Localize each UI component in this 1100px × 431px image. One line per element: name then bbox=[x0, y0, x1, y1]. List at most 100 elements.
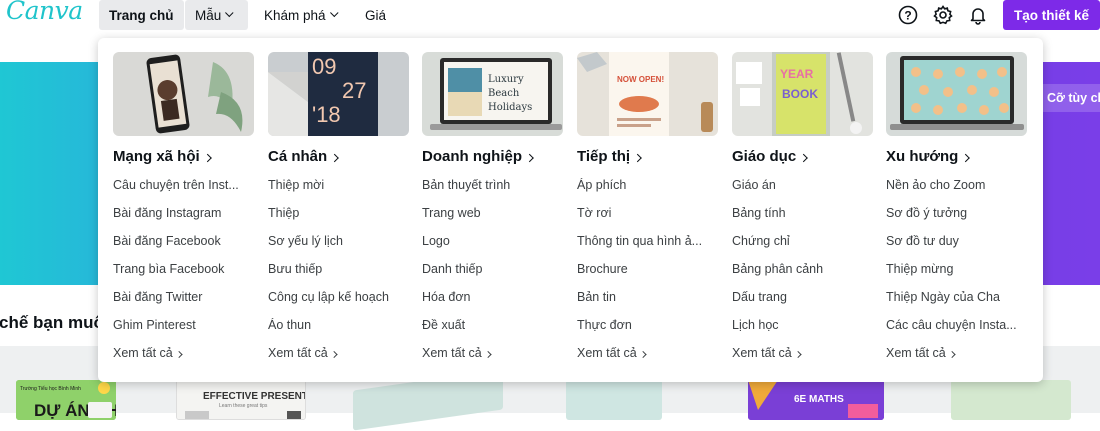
see-all-link[interactable]: Xem tất cả bbox=[113, 346, 183, 360]
chevron-down-icon bbox=[329, 8, 339, 18]
chevron-right-icon bbox=[330, 153, 340, 163]
nav-home[interactable]: Trang chủ bbox=[99, 0, 184, 30]
menu-item[interactable]: Brochure bbox=[577, 262, 713, 276]
menu-item[interactable]: Bài đăng Facebook bbox=[113, 234, 249, 248]
chevron-right-icon bbox=[525, 153, 534, 163]
menu-item[interactable]: Thông tin qua hình ả... bbox=[577, 234, 713, 248]
menu-item[interactable]: Nền ảo cho Zoom bbox=[886, 178, 1022, 192]
menu-column-title[interactable]: Doanh nghiệp bbox=[422, 148, 534, 165]
svg-text:BOOK: BOOK bbox=[782, 87, 818, 101]
gear-icon[interactable] bbox=[931, 3, 955, 27]
menu-column-title[interactable]: Tiếp thị bbox=[577, 148, 642, 165]
menu-item[interactable]: Bưu thiếp bbox=[268, 262, 404, 276]
menu-column-title[interactable]: Xu hướng bbox=[886, 148, 971, 165]
menu-item[interactable]: Logo bbox=[422, 234, 558, 248]
marketing-thumbnail[interactable]: NOW OPEN! bbox=[577, 52, 718, 136]
svg-text:?: ? bbox=[904, 9, 911, 23]
menu-column-title[interactable]: Mạng xã hội bbox=[113, 148, 212, 165]
svg-text:Learn these great tips: Learn these great tips bbox=[219, 403, 268, 409]
menu-item[interactable]: Hóa đơn bbox=[422, 290, 558, 304]
menu-item[interactable]: Các câu chuyện Insta... bbox=[886, 318, 1022, 332]
menu-item[interactable]: Bảng tính bbox=[732, 206, 868, 220]
menu-item[interactable]: Dấu trang bbox=[732, 290, 868, 304]
menu-item[interactable]: Bài đăng Instagram bbox=[113, 206, 249, 220]
menu-item[interactable]: Sơ đồ tư duy bbox=[886, 234, 1022, 248]
chevron-right-icon bbox=[794, 350, 802, 359]
chevron-right-icon bbox=[961, 153, 971, 163]
nav-home-label: Trang chủ bbox=[109, 7, 174, 23]
chevron-right-icon bbox=[639, 350, 647, 359]
menu-item[interactable]: Áp phích bbox=[577, 178, 713, 192]
template-thumbnail[interactable] bbox=[566, 380, 662, 420]
svg-text:'18: '18 bbox=[312, 102, 341, 127]
chevron-right-icon bbox=[330, 350, 338, 359]
svg-text:Beach: Beach bbox=[488, 88, 520, 99]
chevron-right-icon bbox=[799, 153, 809, 163]
menu-column-title[interactable]: Giáo dục bbox=[732, 148, 809, 165]
menu-column-title[interactable]: Cá nhân bbox=[268, 148, 340, 165]
menu-item[interactable]: Bản tin bbox=[577, 290, 713, 304]
menu-item[interactable]: Trang bìa Facebook bbox=[113, 262, 249, 276]
menu-item[interactable]: Lịch học bbox=[732, 318, 868, 332]
svg-text:27: 27 bbox=[342, 78, 366, 103]
menu-item[interactable]: Bài đăng Twitter bbox=[113, 290, 249, 304]
menu-item[interactable]: Giáo án bbox=[732, 178, 868, 192]
svg-text:Trường Tiểu học Bình Minh: Trường Tiểu học Bình Minh bbox=[20, 385, 81, 392]
menu-item[interactable]: Thiệp mừng bbox=[886, 262, 1022, 276]
menu-item[interactable]: Ghim Pinterest bbox=[113, 318, 249, 332]
template-thumbnail[interactable]: Trường Tiểu học Bình Minh DỰ ÁN NHÓM bbox=[16, 380, 116, 420]
menu-item[interactable]: Thực đơn bbox=[577, 318, 713, 332]
nav-templates-label: Mẫu bbox=[195, 7, 222, 23]
chevron-right-icon bbox=[484, 350, 492, 359]
menu-item[interactable]: Sơ yếu lý lịch bbox=[268, 234, 404, 248]
top-navigation: Canva Trang chủ Mẫu Khám phá Giá ? Tạo t… bbox=[0, 0, 1100, 30]
thumb-label-maths: 6E MATHS bbox=[794, 394, 844, 405]
chevron-right-icon bbox=[203, 153, 212, 163]
svg-text:Holidays: Holidays bbox=[488, 102, 532, 113]
menu-item[interactable]: Tờ rơi bbox=[577, 206, 713, 220]
templates-dropdown-panel: Mạng xã hội Câu chuyện trên Inst... Bài … bbox=[98, 38, 1043, 382]
svg-text:09: 09 bbox=[312, 54, 336, 79]
template-thumbnail[interactable]: EFFECTIVE PRESENTING Learn these great t… bbox=[176, 380, 306, 420]
menu-item[interactable]: Chứng chỉ bbox=[732, 234, 868, 248]
nav-discover-label: Khám phá bbox=[264, 7, 326, 23]
menu-item[interactable]: Sơ đồ ý tưởng bbox=[886, 206, 1022, 220]
menu-item[interactable]: Thiệp bbox=[268, 206, 404, 220]
social-media-thumbnail[interactable] bbox=[113, 52, 254, 136]
create-design-button[interactable]: Tạo thiết kế bbox=[1003, 0, 1100, 30]
menu-item[interactable]: Đề xuất bbox=[422, 318, 558, 332]
nav-pricing-label: Giá bbox=[365, 7, 387, 23]
see-all-link[interactable]: Xem tất cả bbox=[577, 346, 647, 360]
nav-discover[interactable]: Khám phá bbox=[254, 0, 348, 30]
template-thumbnail[interactable] bbox=[951, 380, 1071, 420]
see-all-link[interactable]: Xem tất cả bbox=[268, 346, 338, 360]
canva-logo[interactable]: Canva bbox=[6, 0, 83, 25]
see-all-link[interactable]: Xem tất cả bbox=[886, 346, 956, 360]
education-thumbnail[interactable]: YEAR BOOK bbox=[732, 52, 873, 136]
template-thumbnail[interactable]: 6E MATHS bbox=[748, 380, 884, 420]
menu-item[interactable]: Danh thiếp bbox=[422, 262, 558, 276]
menu-item[interactable]: Thiệp Ngày của Cha bbox=[886, 290, 1022, 304]
menu-item[interactable]: Câu chuyện trên Inst... bbox=[113, 178, 249, 192]
menu-item[interactable]: Công cụ lập kế hoạch bbox=[268, 290, 404, 304]
help-icon[interactable]: ? bbox=[896, 3, 920, 27]
menu-item[interactable]: Áo thun bbox=[268, 318, 404, 332]
nav-templates[interactable]: Mẫu bbox=[185, 0, 248, 30]
chevron-right-icon bbox=[633, 153, 642, 163]
svg-text:Luxury: Luxury bbox=[488, 74, 524, 85]
nav-pricing[interactable]: Giá bbox=[355, 0, 396, 30]
see-all-link[interactable]: Xem tất cả bbox=[732, 346, 802, 360]
personal-thumbnail[interactable]: 09 27 '18 bbox=[268, 52, 409, 136]
menu-item[interactable]: Trang web bbox=[422, 206, 558, 220]
menu-item[interactable]: Thiệp mời bbox=[268, 178, 404, 192]
see-all-link[interactable]: Xem tất cả bbox=[422, 346, 492, 360]
custom-size-button[interactable]: Cỡ tùy ch bbox=[1040, 84, 1100, 112]
chevron-right-icon bbox=[175, 350, 183, 359]
menu-item[interactable]: Bảng phân cảnh bbox=[732, 262, 868, 276]
menu-item[interactable]: Bản thuyết trình bbox=[422, 178, 558, 192]
bell-icon[interactable] bbox=[966, 3, 990, 27]
business-thumbnail[interactable]: Luxury Beach Holidays bbox=[422, 52, 563, 136]
svg-text:EFFECTIVE PRESENTING: EFFECTIVE PRESENTING bbox=[203, 391, 306, 402]
svg-text:YEAR: YEAR bbox=[780, 67, 814, 81]
trending-thumbnail[interactable] bbox=[886, 52, 1027, 136]
